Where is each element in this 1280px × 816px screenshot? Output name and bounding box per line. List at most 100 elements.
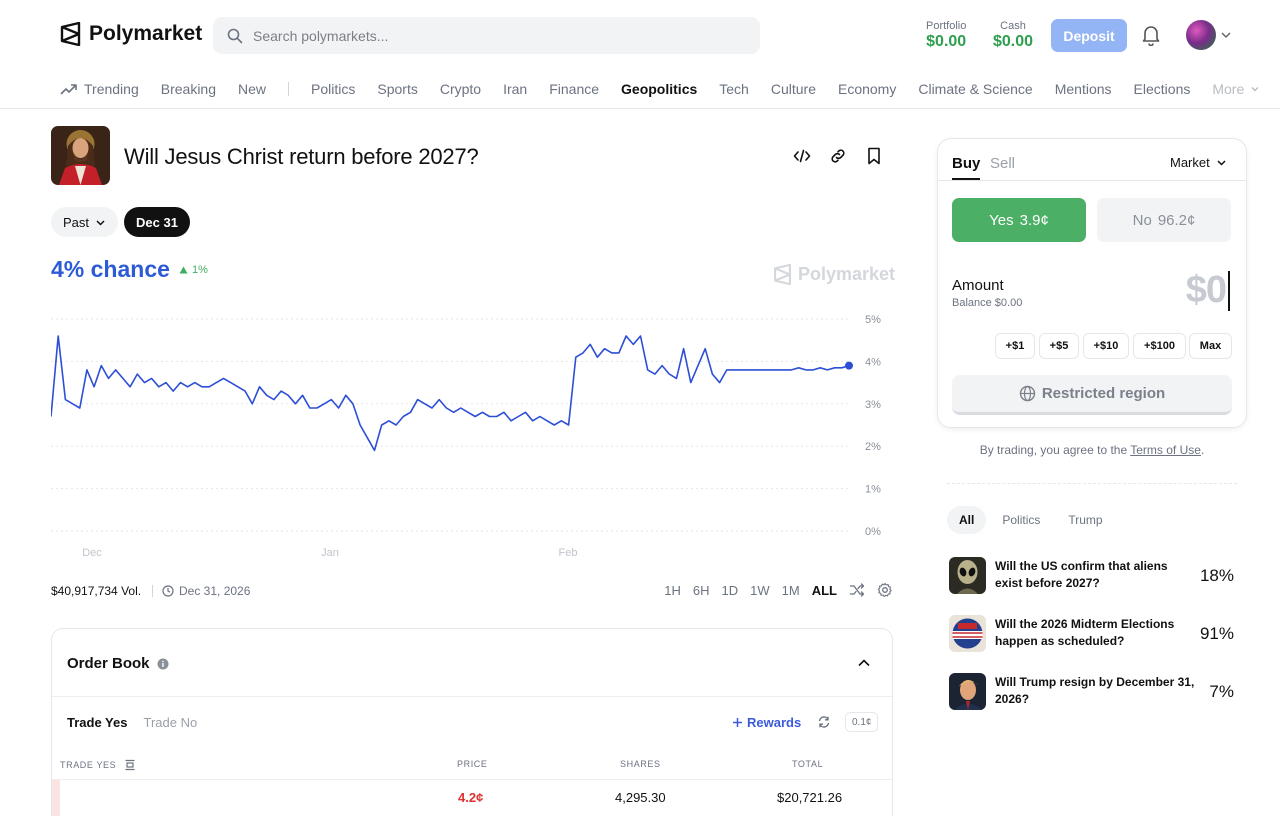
tick-size[interactable]: 0.1¢ <box>845 712 879 732</box>
nav-item-climate-science[interactable]: Climate & Science <box>918 81 1032 97</box>
related-market-percent: 18% <box>1199 566 1234 585</box>
account-menu-button[interactable] <box>1220 28 1232 46</box>
balance-text: Balance $0.00 <box>952 297 1023 309</box>
y-tick-label: 2% <box>865 441 881 453</box>
nav-divider <box>288 82 290 96</box>
header-divider <box>0 108 1280 109</box>
nav-item-crypto[interactable]: Crypto <box>440 81 481 97</box>
restricted-label: Restricted region <box>1041 385 1166 402</box>
divider <box>52 779 892 780</box>
clock-icon <box>162 585 174 597</box>
info-icon[interactable] <box>157 658 169 670</box>
nav-item-culture[interactable]: Culture <box>771 81 816 97</box>
related-market-percent: 91% <box>1199 624 1234 643</box>
embed-code-icon[interactable] <box>793 146 811 166</box>
nav-item-sports[interactable]: Sports <box>377 81 417 97</box>
chevron-down-icon <box>96 219 105 226</box>
yes-price: 3.9¢ <box>1019 211 1049 229</box>
refresh-button[interactable] <box>817 715 831 734</box>
quick-add-100[interactable]: +$100 <box>1133 333 1186 359</box>
nav-item-tech[interactable]: Tech <box>719 81 749 97</box>
related-market[interactable]: Will the US confirm that aliens exist be… <box>949 557 1239 597</box>
bookmark-icon[interactable] <box>865 146 883 166</box>
nav-item-finance[interactable]: Finance <box>549 81 599 97</box>
search-input[interactable] <box>253 27 733 44</box>
deposit-button[interactable]: Deposit <box>1051 19 1127 52</box>
quick-add-5[interactable]: +$5 <box>1039 333 1079 359</box>
tab-trade-no[interactable]: Trade No <box>143 715 197 730</box>
nav-item-more[interactable]: More <box>1212 81 1260 97</box>
quick-add-1[interactable]: +$1 <box>995 333 1035 359</box>
range-1d[interactable]: 1D <box>722 583 739 598</box>
globe-icon <box>1019 385 1036 402</box>
nav-item-mentions[interactable]: Mentions <box>1055 81 1112 97</box>
range-all[interactable]: ALL <box>812 583 837 598</box>
related-market[interactable]: Will Trump resign by December 31, 2026? … <box>949 673 1239 713</box>
chevron-down-icon <box>1217 160 1226 166</box>
nav-item-geopolitics[interactable]: Geopolitics <box>621 81 697 97</box>
polymarket-logo-icon <box>774 264 791 285</box>
quick-add-max[interactable]: Max <box>1189 333 1232 359</box>
collapse-order-book-button[interactable] <box>856 655 872 676</box>
nav-more-label: More <box>1212 81 1245 97</box>
buy-no-button[interactable]: No 96.2¢ <box>1097 198 1231 242</box>
related-tab-all[interactable]: All <box>947 506 987 534</box>
chance-value: 4% chance <box>51 256 170 282</box>
shuffle-icon[interactable] <box>849 582 865 598</box>
cash-value: $0.00 <box>993 33 1034 50</box>
spread-center-icon[interactable] <box>124 759 136 771</box>
amount-input[interactable]: $0 <box>1186 269 1230 312</box>
price-chart[interactable]: 5% 4% 3% 2% 1% 0% Dec Jan Feb <box>51 300 893 564</box>
chevron-down-icon <box>1251 87 1259 92</box>
nav-item-elections[interactable]: Elections <box>1134 81 1191 97</box>
order-book-header[interactable]: Order Book <box>67 655 169 672</box>
quick-add-10[interactable]: +$10 <box>1083 333 1129 359</box>
range-1w[interactable]: 1W <box>750 583 770 598</box>
rewards-button[interactable]: Rewards <box>732 715 801 730</box>
date-filter-chip[interactable]: Dec 31 <box>124 207 190 237</box>
current-price-dot <box>845 361 853 370</box>
nav-item-breaking[interactable]: Breaking <box>161 81 216 97</box>
column-total: TOTAL <box>792 759 824 769</box>
related-market-image <box>949 557 986 594</box>
related-market[interactable]: Will the 2026 Midterm Elections happen a… <box>949 615 1239 655</box>
y-tick-label: 0% <box>865 526 881 538</box>
divider <box>52 696 892 697</box>
related-tab-politics[interactable]: Politics <box>990 506 1052 534</box>
restricted-region-button[interactable]: Restricted region <box>952 375 1232 415</box>
range-6h[interactable]: 6H <box>693 583 710 598</box>
bell-icon <box>1142 26 1160 47</box>
divider <box>938 180 1246 181</box>
nav-item-trending[interactable]: Trending <box>60 81 139 97</box>
nav-item-new[interactable]: New <box>238 81 266 97</box>
tab-trade-yes[interactable]: Trade Yes <box>67 715 127 730</box>
notifications-button[interactable] <box>1141 24 1161 51</box>
nav-item-politics[interactable]: Politics <box>311 81 355 97</box>
past-dropdown[interactable]: Past <box>51 207 119 237</box>
order-type-dropdown[interactable]: Market <box>1170 155 1227 170</box>
link-icon[interactable] <box>829 146 847 166</box>
ask-price[interactable]: 4.2¢ <box>458 790 483 805</box>
user-avatar[interactable] <box>1186 20 1216 50</box>
cash-summary[interactable]: Cash $0.00 <box>993 20 1033 51</box>
amount-label: Amount <box>952 277 1004 294</box>
buy-yes-button[interactable]: Yes 3.9¢ <box>952 198 1086 242</box>
category-nav: Trending Breaking New Politics Sports Cr… <box>60 79 1280 99</box>
x-tick-label: Feb <box>559 547 578 559</box>
range-1m[interactable]: 1M <box>782 583 800 598</box>
range-1h[interactable]: 1H <box>664 583 681 598</box>
ask-shares: 4,295.30 <box>615 790 666 805</box>
tab-buy[interactable]: Buy <box>952 155 980 172</box>
search-bar[interactable] <box>213 17 760 54</box>
settings-gear-icon[interactable] <box>877 582 893 598</box>
rewards-label: Rewards <box>747 715 802 730</box>
terms-of-use-link[interactable]: Terms of Use <box>1130 443 1201 457</box>
brand-logo[interactable]: Polymarket <box>60 22 202 46</box>
column-trade-yes-label: TRADE YES <box>60 760 117 770</box>
cash-label: Cash <box>1000 20 1026 32</box>
related-tab-trump[interactable]: Trump <box>1056 506 1114 534</box>
nav-item-economy[interactable]: Economy <box>838 81 896 97</box>
portfolio-summary[interactable]: Portfolio $0.00 <box>926 20 966 51</box>
nav-item-iran[interactable]: Iran <box>503 81 527 97</box>
tab-sell[interactable]: Sell <box>990 155 1015 172</box>
